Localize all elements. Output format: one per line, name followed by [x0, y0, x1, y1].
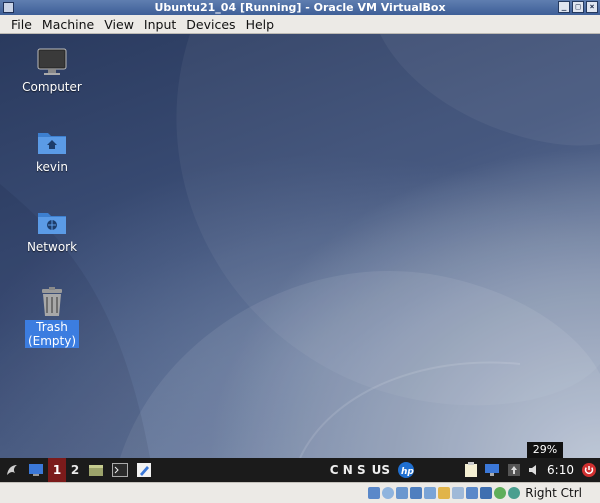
- menu-input[interactable]: Input: [139, 15, 181, 34]
- tray-indicator-text[interactable]: C N S: [327, 463, 369, 477]
- volume-icon[interactable]: [525, 458, 543, 482]
- clock[interactable]: 6:10: [543, 463, 578, 477]
- desktop-icon-label: kevin: [36, 160, 68, 174]
- display-icon[interactable]: [452, 487, 465, 499]
- close-button[interactable]: ×: [586, 1, 598, 13]
- network-folder-icon: [36, 206, 68, 238]
- desktop-icon-label: Trash (Empty): [24, 320, 80, 348]
- window-title-bar[interactable]: Ubuntu21_04 [Running] - Oracle VM Virtua…: [0, 0, 600, 15]
- clipboard-icon[interactable]: [461, 458, 481, 482]
- desktop-icon-label: Computer: [22, 80, 82, 94]
- keyboard-layout-indicator[interactable]: US: [369, 463, 393, 477]
- network-icon[interactable]: [481, 458, 503, 482]
- menu-devices[interactable]: Devices: [181, 15, 240, 34]
- wallpaper-swirl: [0, 34, 600, 458]
- vm-status-bar: Right Ctrl: [0, 482, 600, 503]
- mouse-integration-icon[interactable]: [480, 487, 493, 499]
- home-folder-icon: [36, 126, 68, 158]
- optical-drive-icon[interactable]: [382, 487, 395, 499]
- usb-icon[interactable]: [424, 487, 437, 499]
- desktop-icon-trash[interactable]: Trash (Empty): [16, 286, 88, 348]
- virtualbox-icon[interactable]: [3, 2, 14, 13]
- cpu-icon[interactable]: [494, 487, 507, 499]
- monitor-icon: [36, 46, 68, 78]
- menu-help[interactable]: Help: [241, 15, 280, 34]
- menu-bar: File Machine View Input Devices Help: [0, 15, 600, 34]
- trash-icon: [36, 286, 68, 318]
- menu-machine[interactable]: Machine: [37, 15, 99, 34]
- window-title: Ubuntu21_04 [Running] - Oracle VM Virtua…: [154, 1, 446, 14]
- desktop-icon-computer[interactable]: Computer: [16, 46, 88, 94]
- app-menu-icon[interactable]: [0, 458, 24, 482]
- desktop-icon-network[interactable]: Network: [16, 206, 88, 254]
- power-icon[interactable]: [578, 458, 600, 482]
- shared-folders-icon[interactable]: [438, 487, 451, 499]
- svg-text:hp: hp: [401, 467, 414, 477]
- volume-tooltip: 29%: [527, 442, 563, 458]
- network-adapter-icon[interactable]: [410, 487, 423, 499]
- minimize-button[interactable]: _: [558, 1, 570, 13]
- text-editor-icon[interactable]: [132, 458, 156, 482]
- video-capture-icon[interactable]: [466, 487, 479, 499]
- maximize-button[interactable]: □: [572, 1, 584, 13]
- workspace-1-button[interactable]: 1: [48, 458, 66, 482]
- terminal-icon[interactable]: [108, 458, 132, 482]
- hp-printer-icon[interactable]: hp: [393, 458, 419, 482]
- desktop[interactable]: Computer kevin Network Trash (Empty): [0, 34, 600, 458]
- workspace-2-button[interactable]: 2: [66, 458, 84, 482]
- audio-icon[interactable]: [396, 487, 409, 499]
- file-manager-icon[interactable]: [84, 458, 108, 482]
- host-key-label: Right Ctrl: [525, 486, 582, 500]
- desktop-icon-label: Network: [26, 240, 78, 254]
- menu-file[interactable]: File: [6, 15, 37, 34]
- menu-view[interactable]: View: [99, 15, 139, 34]
- taskbar: 1 2 C N S US hp 6:10: [0, 458, 600, 482]
- desktop-icon-home[interactable]: kevin: [16, 126, 88, 174]
- keyboard-icon[interactable]: [508, 487, 521, 499]
- hard-disk-icon[interactable]: [368, 487, 381, 499]
- updates-icon[interactable]: [503, 458, 525, 482]
- show-desktop-icon[interactable]: [24, 458, 48, 482]
